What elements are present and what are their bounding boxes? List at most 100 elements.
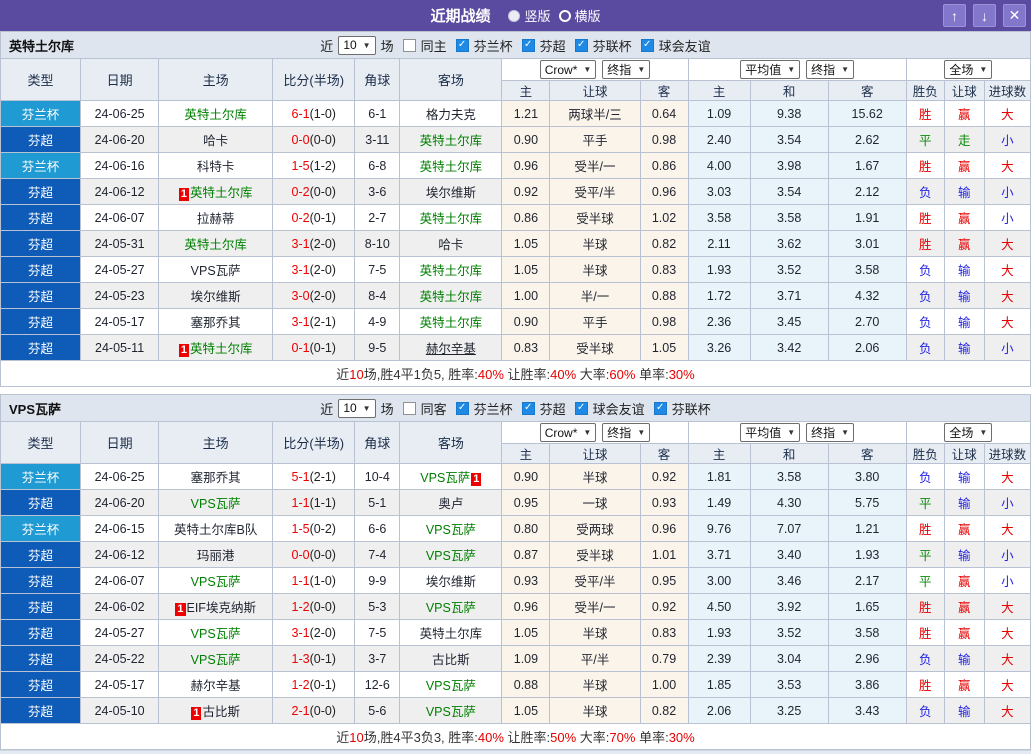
- same-side-label: 同主: [420, 38, 447, 54]
- avg-source-select[interactable]: 平均值 ▼: [740, 60, 801, 79]
- odds-home: 0.93: [501, 567, 551, 594]
- odds-away: 0.88: [639, 282, 689, 309]
- team-name-text: 古比斯: [202, 705, 240, 719]
- odds-home: 0.95: [501, 489, 551, 516]
- home-team: 英特土尔库: [158, 230, 274, 257]
- league-filter-checkbox[interactable]: ✓: [640, 38, 654, 52]
- away-team: VPS瓦萨: [399, 515, 503, 542]
- league-type-badge: 芬超: [0, 204, 82, 231]
- odds-away: 1.01: [639, 541, 689, 568]
- column-subheader: 进球数: [983, 443, 1031, 464]
- match-count-select[interactable]: 10 ▼: [338, 398, 376, 418]
- recent-results-panel: 近期战绩 竖版 横版 ↑ ↓ ✕ 英特土尔库近 10 ▼ 场同主 ✓ 芬兰杯 ✓ 芬超 ✓ 芬联杯…: [0, 0, 1031, 754]
- full-half-score: 1-3(0-1): [272, 645, 356, 672]
- column-header: 比分(半场): [272, 421, 356, 464]
- horizontal-layout-label[interactable]: 横版: [575, 6, 601, 25]
- result-handicap: 赢: [943, 619, 985, 646]
- avg-stage-select-value: 终指: [811, 426, 836, 440]
- horizontal-layout-radio[interactable]: [558, 9, 571, 22]
- move-up-icon[interactable]: ↑: [943, 4, 966, 27]
- away-team: VPS瓦萨: [399, 671, 503, 698]
- chevron-down-icon: ▼: [787, 65, 796, 74]
- handicap-line: 受平/半: [549, 178, 641, 205]
- avg-away-odds: 5.75: [827, 489, 907, 516]
- match-count-select[interactable]: 10 ▼: [338, 35, 376, 55]
- team-name-text: 埃尔维斯: [190, 290, 241, 304]
- result-winloss: 平: [905, 567, 945, 594]
- odds-away: 0.96: [639, 178, 689, 205]
- result-winloss: 负: [905, 308, 945, 335]
- chevron-down-icon: ▼: [637, 427, 646, 437]
- avg-stage-select[interactable]: 终指 ▼: [806, 60, 855, 79]
- result-goals: 大: [983, 593, 1031, 620]
- scope-select[interactable]: 全场 ▼: [944, 60, 993, 79]
- column-header: 主场: [158, 58, 274, 101]
- match-date: 24-06-02: [80, 593, 160, 620]
- same-side-checkbox[interactable]: [402, 38, 416, 52]
- odds-home: 0.86: [501, 204, 551, 231]
- league-type-badge: 芬兰杯: [0, 515, 82, 542]
- league-filter-label: 芬联杯: [671, 401, 711, 417]
- matches-table: 类型 日期 主场 比分(半场) 角球 客场 Crow* ▼ 终指 ▼ 平均值 ▼ 终指 ▼ 全场 ▼ 主让球客主…: [0, 58, 1031, 361]
- chevron-down-icon: ▼: [583, 65, 592, 75]
- vertical-layout-label[interactable]: 竖版: [524, 6, 550, 25]
- full-half-score: 1-1(1-1): [272, 489, 356, 516]
- avg-draw-odds: 3.53: [749, 671, 829, 698]
- league-filter-checkbox[interactable]: ✓: [521, 38, 535, 52]
- scope-select-value: 全场: [949, 426, 974, 440]
- half-time-score: (0-0): [309, 547, 336, 562]
- handicap-line: 平/半: [549, 645, 641, 672]
- full-time-score: 1-2: [291, 599, 310, 614]
- league-filter-checkbox[interactable]: ✓: [521, 401, 535, 415]
- league-filter-checkbox[interactable]: ✓: [455, 38, 469, 52]
- corner-score: 8-10: [354, 230, 401, 257]
- record-summary-text: 近10场,胜4平3负3, 胜率:40% 让胜率:50% 大率:70% 单率:30…: [336, 727, 694, 746]
- odds-home: 0.88: [501, 671, 551, 698]
- match-row: 芬兰杯 24-06-25 塞那乔其 5-1(2-1) 10-4 VPS瓦萨 1 0.90 半球 0…: [0, 463, 1031, 490]
- avg-home-odds: 3.58: [687, 204, 751, 231]
- odds-company-select[interactable]: Crow* ▼: [539, 60, 597, 80]
- league-filter-label: 芬兰杯: [473, 401, 513, 417]
- league-filter-checkbox[interactable]: ✓: [653, 401, 667, 415]
- avg-home-odds: 1.93: [687, 256, 751, 283]
- avg-source-select[interactable]: 平均值 ▼: [740, 423, 801, 442]
- summary-value: 50%: [550, 730, 577, 745]
- avg-draw-odds: 3.92: [749, 593, 829, 620]
- handicap-line: 受半/一: [549, 593, 641, 620]
- result-handicap: 输: [943, 282, 985, 309]
- odds-home: 1.05: [501, 230, 551, 257]
- avg-stage-select[interactable]: 终指 ▼: [806, 423, 855, 442]
- same-side-checkbox[interactable]: [402, 401, 416, 415]
- vertical-layout-radio[interactable]: [508, 9, 521, 22]
- match-row: 芬超 24-05-27 VPS瓦萨 3-1(2-0) 7-5 英特土尔库 1.05 半球 0.8…: [0, 619, 1031, 646]
- league-filter-checkbox[interactable]: ✓: [574, 401, 588, 415]
- column-subheader: 主: [687, 443, 751, 464]
- odds-stage-select[interactable]: 终指 ▼: [602, 422, 651, 442]
- scope-select-value: 全场: [949, 63, 974, 77]
- close-icon[interactable]: ✕: [1003, 4, 1026, 27]
- column-subheader: 客: [827, 80, 907, 101]
- away-team: VPS瓦萨: [399, 593, 503, 620]
- team-name-text: 玛丽港: [196, 549, 235, 563]
- team-name-text: 拉赫蒂: [196, 212, 235, 226]
- odds-away: 0.83: [639, 256, 689, 283]
- team-name-text: EIF埃克纳斯: [186, 601, 256, 615]
- odds-away: 0.95: [639, 567, 689, 594]
- full-half-score: 0-2(0-1): [272, 204, 356, 231]
- column-header: 角球: [354, 421, 401, 464]
- result-handicap: 输: [943, 463, 985, 490]
- home-team: 科特卡: [158, 152, 274, 179]
- odds-stage-select[interactable]: 终指 ▼: [602, 59, 651, 79]
- full-time-score: 0-0: [291, 547, 310, 562]
- bottom-strip: [0, 750, 1031, 754]
- half-time-score: (1-2): [309, 158, 336, 173]
- scope-select[interactable]: 全场 ▼: [944, 423, 993, 442]
- move-down-icon[interactable]: ↓: [973, 4, 996, 27]
- handicap-line: 受半球: [549, 334, 641, 361]
- away-team: VPS瓦萨: [399, 541, 503, 568]
- team-name-text: 英特土尔库: [184, 238, 247, 252]
- chevron-down-icon: ▼: [362, 40, 371, 50]
- league-filter-checkbox[interactable]: ✓: [455, 401, 469, 415]
- league-filter-checkbox[interactable]: ✓: [574, 38, 588, 52]
- odds-company-select[interactable]: Crow* ▼: [539, 423, 597, 443]
